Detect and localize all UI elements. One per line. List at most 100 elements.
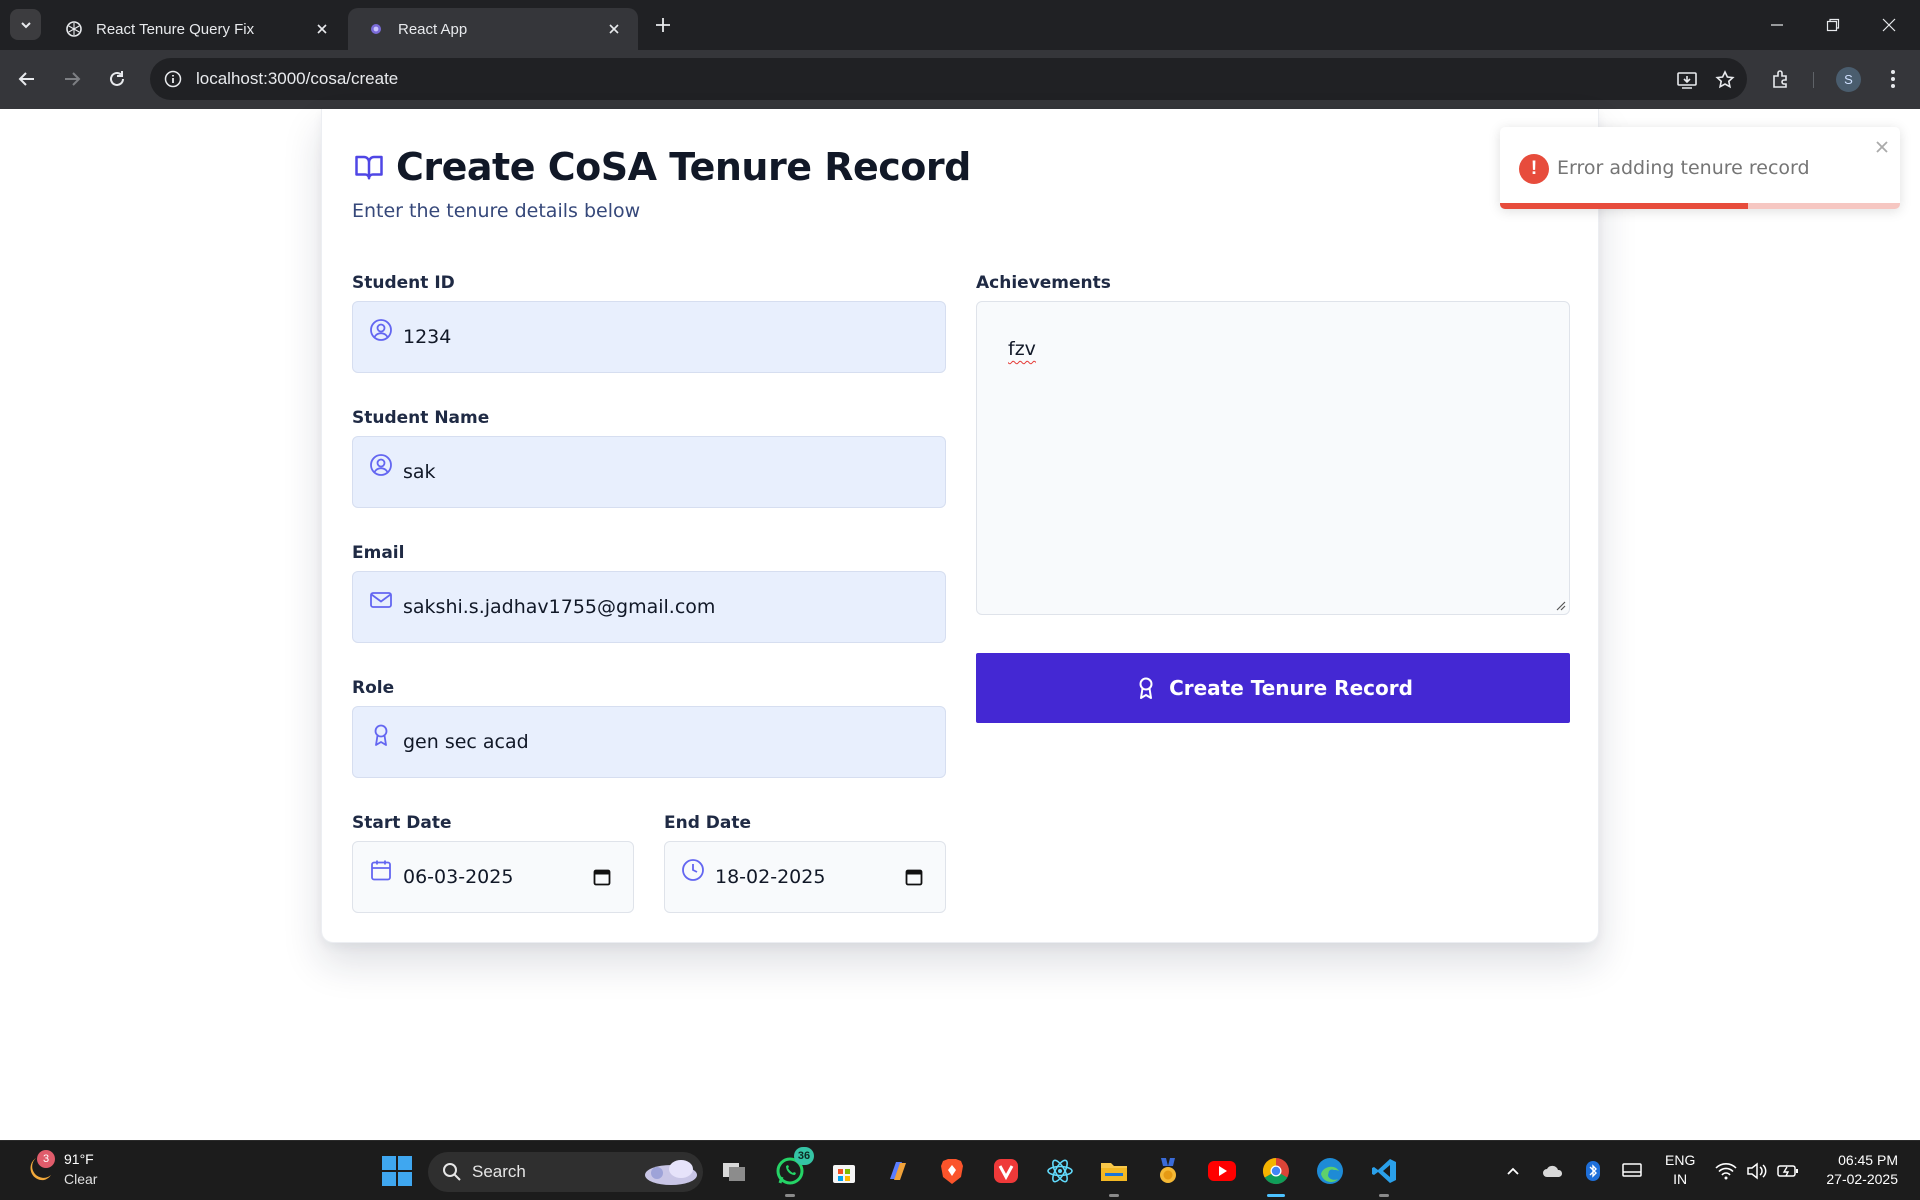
store-icon [833, 1165, 855, 1183]
youtube-app[interactable] [1204, 1153, 1240, 1189]
reload-button[interactable] [102, 64, 132, 94]
weather-widget[interactable]: 3 91°F Clear [22, 1149, 97, 1189]
back-button[interactable] [12, 64, 42, 94]
vivaldi-icon [994, 1159, 1018, 1183]
award-icon [1133, 675, 1159, 701]
url-text[interactable]: localhost:3000/cosa/create [196, 69, 398, 89]
youtube-icon [1208, 1161, 1236, 1181]
email-value[interactable]: sakshi.s.jadhav1755@gmail.com [403, 596, 945, 618]
region-code: IN [1673, 1171, 1688, 1187]
clock-time: 06:45 PM [1838, 1152, 1898, 1168]
achievements-label: Achievements [976, 273, 1111, 293]
medal-app[interactable] [1150, 1153, 1186, 1189]
vivaldi-app[interactable] [988, 1153, 1024, 1189]
battery-tray[interactable] [1776, 1159, 1800, 1183]
chevron-down-icon [20, 21, 31, 28]
show-hidden-icons-button[interactable] [1501, 1159, 1525, 1183]
chrome-icon [1262, 1157, 1289, 1185]
wifi-tray[interactable] [1714, 1159, 1738, 1183]
browser-toolbar: localhost:3000/cosa/create S [0, 50, 1920, 109]
resize-grip-icon[interactable] [1554, 599, 1566, 611]
toast-message: Error adding tenure record [1557, 157, 1810, 179]
user-circle-icon [368, 317, 394, 343]
extensions-icon[interactable] [1768, 66, 1794, 92]
forward-button[interactable] [57, 64, 87, 94]
vscode-app[interactable] [1366, 1153, 1402, 1197]
search-icon [443, 1163, 461, 1181]
student-name-value[interactable]: sak [403, 461, 945, 483]
chrome-app[interactable] [1258, 1153, 1294, 1197]
create-tenure-form-card: Create CoSA Tenure Record Enter the tenu… [321, 109, 1599, 943]
toast-close-icon[interactable] [1872, 137, 1892, 157]
address-bar[interactable]: localhost:3000/cosa/create [150, 58, 1747, 100]
profile-avatar[interactable]: S [1836, 67, 1861, 92]
whatsapp-badge: 36 [794, 1147, 814, 1165]
role-label: Role [352, 678, 395, 698]
windows-start-button[interactable] [381, 1155, 413, 1187]
student-name-field[interactable]: sak [352, 436, 946, 508]
install-app-icon[interactable] [1675, 68, 1699, 92]
microsoft-store-app[interactable] [826, 1153, 862, 1189]
close-tab-icon[interactable] [312, 19, 332, 39]
role-value[interactable]: gen sec acad [403, 731, 945, 753]
new-tab-button[interactable] [650, 12, 676, 38]
email-field[interactable]: sakshi.s.jadhav1755@gmail.com [352, 571, 946, 643]
page-title: Create CoSA Tenure Record [396, 145, 971, 189]
electron-app[interactable] [1042, 1153, 1078, 1189]
more-menu-icon[interactable] [1880, 66, 1906, 92]
achievements-textarea[interactable]: fzv [976, 301, 1570, 615]
edge-app[interactable] [1312, 1153, 1348, 1189]
medal-icon [1160, 1158, 1176, 1183]
onedrive-tray[interactable] [1541, 1159, 1565, 1183]
start-date-field[interactable]: 06-03-2025 [352, 841, 634, 913]
start-date-value[interactable]: 06-03-2025 [403, 866, 591, 888]
battery-icon [1777, 1165, 1798, 1177]
bluetooth-tray[interactable] [1581, 1159, 1605, 1183]
achievements-value[interactable]: fzv [1008, 338, 1036, 360]
restore-button[interactable] [1818, 10, 1848, 40]
site-info-icon[interactable] [162, 68, 184, 90]
minimize-button[interactable] [1762, 10, 1792, 40]
student-name-label: Student Name [352, 408, 490, 428]
end-date-field[interactable]: 18-02-2025 [664, 841, 946, 913]
task-view-icon [723, 1163, 745, 1181]
error-toast: ! Error adding tenure record [1500, 127, 1900, 209]
mail-icon [368, 587, 394, 613]
tab-title: React App [398, 20, 468, 38]
student-id-field[interactable]: 1234 [352, 301, 946, 373]
clock-date: 27-02-2025 [1826, 1171, 1898, 1187]
running-indicator [1267, 1194, 1285, 1197]
atom-icon [1047, 1159, 1073, 1183]
display-tray[interactable] [1620, 1159, 1644, 1183]
end-date-value[interactable]: 18-02-2025 [715, 866, 903, 888]
submit-label: Create Tenure Record [1169, 676, 1413, 700]
date-picker-icon[interactable] [903, 866, 925, 888]
language-indicator[interactable]: ENG IN [1665, 1151, 1695, 1189]
student-id-value[interactable]: 1234 [403, 326, 945, 348]
close-tab-icon[interactable] [604, 19, 624, 39]
running-indicator [785, 1194, 795, 1197]
role-field[interactable]: gen sec acad [352, 706, 946, 778]
restore-icon [1826, 18, 1840, 32]
tab-react-app[interactable]: React App [348, 8, 638, 50]
close-window-button[interactable] [1874, 10, 1904, 40]
volume-tray[interactable] [1745, 1159, 1769, 1183]
copilot-app[interactable] [880, 1153, 916, 1189]
taskbar-search[interactable]: Search [428, 1152, 703, 1192]
date-picker-icon[interactable] [591, 866, 613, 888]
file-explorer-app[interactable] [1096, 1153, 1132, 1197]
task-view-app[interactable] [716, 1153, 752, 1189]
start-date-label: Start Date [352, 813, 452, 833]
whatsapp-app[interactable]: 36 [772, 1147, 814, 1197]
tab-search-button[interactable] [10, 9, 41, 40]
user-circle-icon [368, 452, 394, 478]
clock[interactable]: 06:45 PM 27-02-2025 [1808, 1151, 1898, 1189]
award-icon [368, 722, 394, 748]
calendar-icon [368, 857, 394, 883]
close-icon [1882, 18, 1896, 32]
bookmark-star-icon[interactable] [1713, 68, 1737, 92]
email-label: Email [352, 543, 405, 563]
brave-app[interactable] [934, 1153, 970, 1189]
tab-react-tenure-query-fix[interactable]: React Tenure Query Fix [46, 8, 346, 50]
create-tenure-record-button[interactable]: Create Tenure Record [976, 653, 1570, 723]
